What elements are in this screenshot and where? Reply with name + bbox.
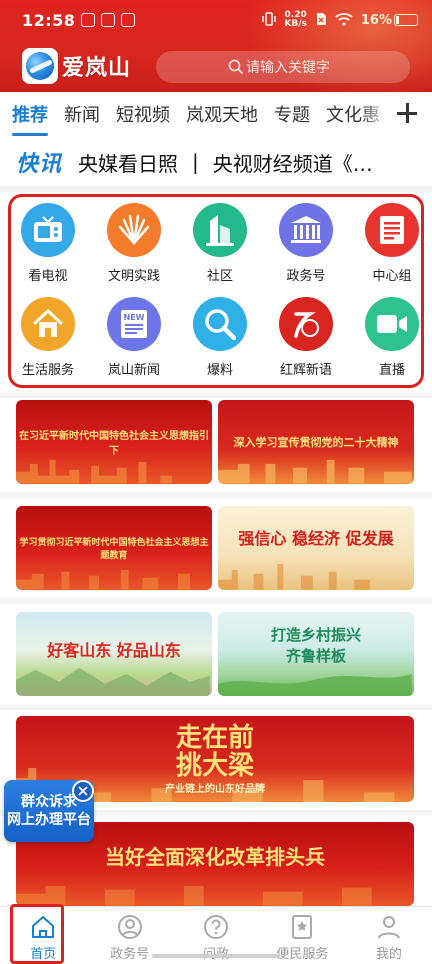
- divider: [0, 186, 432, 192]
- grid-item-tip-off[interactable]: 爆料: [177, 297, 263, 378]
- close-icon[interactable]: [72, 780, 94, 802]
- divider: [0, 392, 432, 398]
- tv-icon: [21, 203, 75, 257]
- fields-icon: [218, 674, 412, 696]
- notification-icon: [121, 13, 136, 27]
- grid-item-gov-account[interactable]: 政务号: [263, 203, 349, 284]
- search-icon: [228, 59, 244, 75]
- banner-title: 强信心 稳经济 促发展: [238, 529, 394, 548]
- grid-item-lanshan-news[interactable]: NEW 岚山新闻: [91, 297, 177, 378]
- app-title: 爱岚山: [62, 55, 132, 81]
- government-building-icon: [279, 203, 333, 257]
- banner-title: 深入学习宣传贯彻党的二十大精神: [233, 436, 399, 449]
- ticker-item[interactable]: 央视财经频道《…: [213, 148, 373, 177]
- grid-label: 社区: [206, 269, 233, 284]
- banner-title: 打造乡村振兴 齐鲁样板: [270, 626, 361, 665]
- grid-item-hongyun[interactable]: 红辉新语: [263, 297, 349, 378]
- skyline-icon: [16, 570, 190, 590]
- ticker-separator: |: [192, 150, 199, 174]
- document-icon: [365, 203, 419, 257]
- divider: [0, 598, 432, 604]
- search-placeholder: 请输入关键字: [246, 60, 330, 76]
- tab-short-video[interactable]: 短视频: [116, 101, 170, 127]
- tab-topics[interactable]: 专题: [274, 101, 310, 127]
- banner-xi-thought-guidance[interactable]: 在习近平新时代中国特色社会主义思想指引下: [16, 400, 212, 484]
- svg-text:NEW: NEW: [124, 313, 145, 322]
- banner-theme-education[interactable]: 学习贯彻习近平新时代中国特色社会主义思想主题教育: [16, 506, 212, 590]
- banner-party-congress[interactable]: 深入学习宣传贯彻党的二十大精神: [218, 400, 414, 484]
- banner-hospitable-shandong[interactable]: 好客山东 好品山东: [16, 612, 212, 696]
- no-sim-icon: [315, 12, 327, 29]
- grid-item-community[interactable]: 社区: [177, 203, 263, 284]
- grid-label: 爆料: [206, 363, 233, 378]
- banner-rural-revitalization[interactable]: 打造乡村振兴 齐鲁样板: [218, 612, 414, 696]
- status-right: 0.20 KB/s 16%: [262, 11, 418, 29]
- grid-item-live[interactable]: 直播: [349, 297, 432, 378]
- skyline-icon: [218, 564, 392, 590]
- ticker-item[interactable]: 央媒看日照: [78, 148, 178, 177]
- hongyun-logo-icon: [279, 297, 333, 351]
- app-logo: [22, 48, 58, 84]
- battery-icon: [394, 14, 418, 26]
- buildings-icon: [193, 203, 247, 257]
- skyline-icon: [218, 460, 412, 484]
- grid-item-civilization[interactable]: 文明实践: [91, 203, 177, 284]
- app-header: 12:58 0.20 KB/s 16% 爱岚山 请输入关键字: [0, 0, 432, 92]
- video-camera-icon: [365, 297, 419, 351]
- banner-title: 当好全面深化改革排头兵: [105, 844, 325, 869]
- status-bar: 12:58 0.20 KB/s 16%: [0, 0, 432, 40]
- grid-label: 岚山新闻: [107, 363, 160, 378]
- network-speed: 0.20 KB/s: [284, 10, 307, 29]
- grid-label: 政务号: [286, 269, 326, 284]
- tab-news[interactable]: 新闻: [64, 101, 100, 127]
- divider: [0, 492, 432, 498]
- globe-icon: [26, 52, 54, 80]
- banner-title: 在习近平新时代中国特色社会主义思想指引下: [19, 431, 209, 457]
- skyline-icon: [16, 886, 410, 906]
- home-icon: [32, 916, 55, 938]
- gesture-bar: [152, 954, 280, 958]
- battery-indicator: 16%: [361, 13, 418, 28]
- ticker-label: 快讯: [16, 152, 63, 177]
- grid-label: 中心组: [372, 269, 412, 284]
- newspaper-icon: NEW: [107, 297, 161, 351]
- grid-item-center-group[interactable]: 中心组: [349, 203, 432, 284]
- wifi-icon: [335, 12, 353, 29]
- grid-label: 看电视: [28, 269, 68, 284]
- grid-label: 生活服务: [21, 363, 74, 378]
- divider: [0, 704, 432, 710]
- news-ticker[interactable]: 快讯 央媒看日照 | 央视财经频道《…: [0, 138, 432, 186]
- status-time: 12:58: [22, 10, 76, 30]
- banner-title: 学习贯彻习近平新时代中国特色社会主义思想主题教育: [19, 538, 209, 561]
- tab-recommend[interactable]: 推荐: [12, 101, 48, 136]
- notification-icon: [81, 13, 96, 27]
- banner-title: 走在前 挑大梁 产业链上的山东好品牌: [165, 722, 265, 795]
- tab-lanshan-world[interactable]: 岚观天地: [186, 101, 258, 127]
- search-input[interactable]: 请输入关键字: [156, 51, 410, 83]
- person-icon: [377, 916, 400, 939]
- nav-home[interactable]: 首页: [0, 907, 86, 964]
- mountains-icon: [16, 668, 210, 696]
- user-circle-icon: [117, 915, 142, 939]
- grid-label: 红辉新语: [279, 363, 332, 378]
- notification-icon: [101, 13, 116, 27]
- grid-item-tv[interactable]: 看电视: [5, 203, 91, 284]
- channel-tabs: 推荐 新闻 短视频 岚观天地 专题 文化惠: [0, 92, 432, 136]
- question-icon: [204, 915, 229, 939]
- magnifier-icon: [193, 297, 247, 351]
- house-icon: [21, 297, 75, 351]
- grid-label: 直播: [378, 363, 405, 378]
- fan-icon: [107, 203, 161, 257]
- service-grid: 看电视 文明实践 社区 政务号 中心组 生活服务 NEW 岚山新闻 爆料 红辉新…: [8, 194, 424, 388]
- add-channel-icon[interactable]: [394, 100, 420, 126]
- nav-mine[interactable]: 我的: [346, 907, 432, 964]
- banner-confidence[interactable]: 强信心 稳经济 促发展: [218, 506, 414, 590]
- app-bar: 爱岚山 请输入关键字: [0, 44, 432, 88]
- star-bookmark-icon: [292, 915, 313, 939]
- vibrate-icon: [262, 11, 277, 29]
- grid-label: 文明实践: [107, 269, 160, 284]
- banner-title: 好客山东 好品山东: [47, 641, 181, 660]
- grid-item-life-service[interactable]: 生活服务: [5, 297, 91, 378]
